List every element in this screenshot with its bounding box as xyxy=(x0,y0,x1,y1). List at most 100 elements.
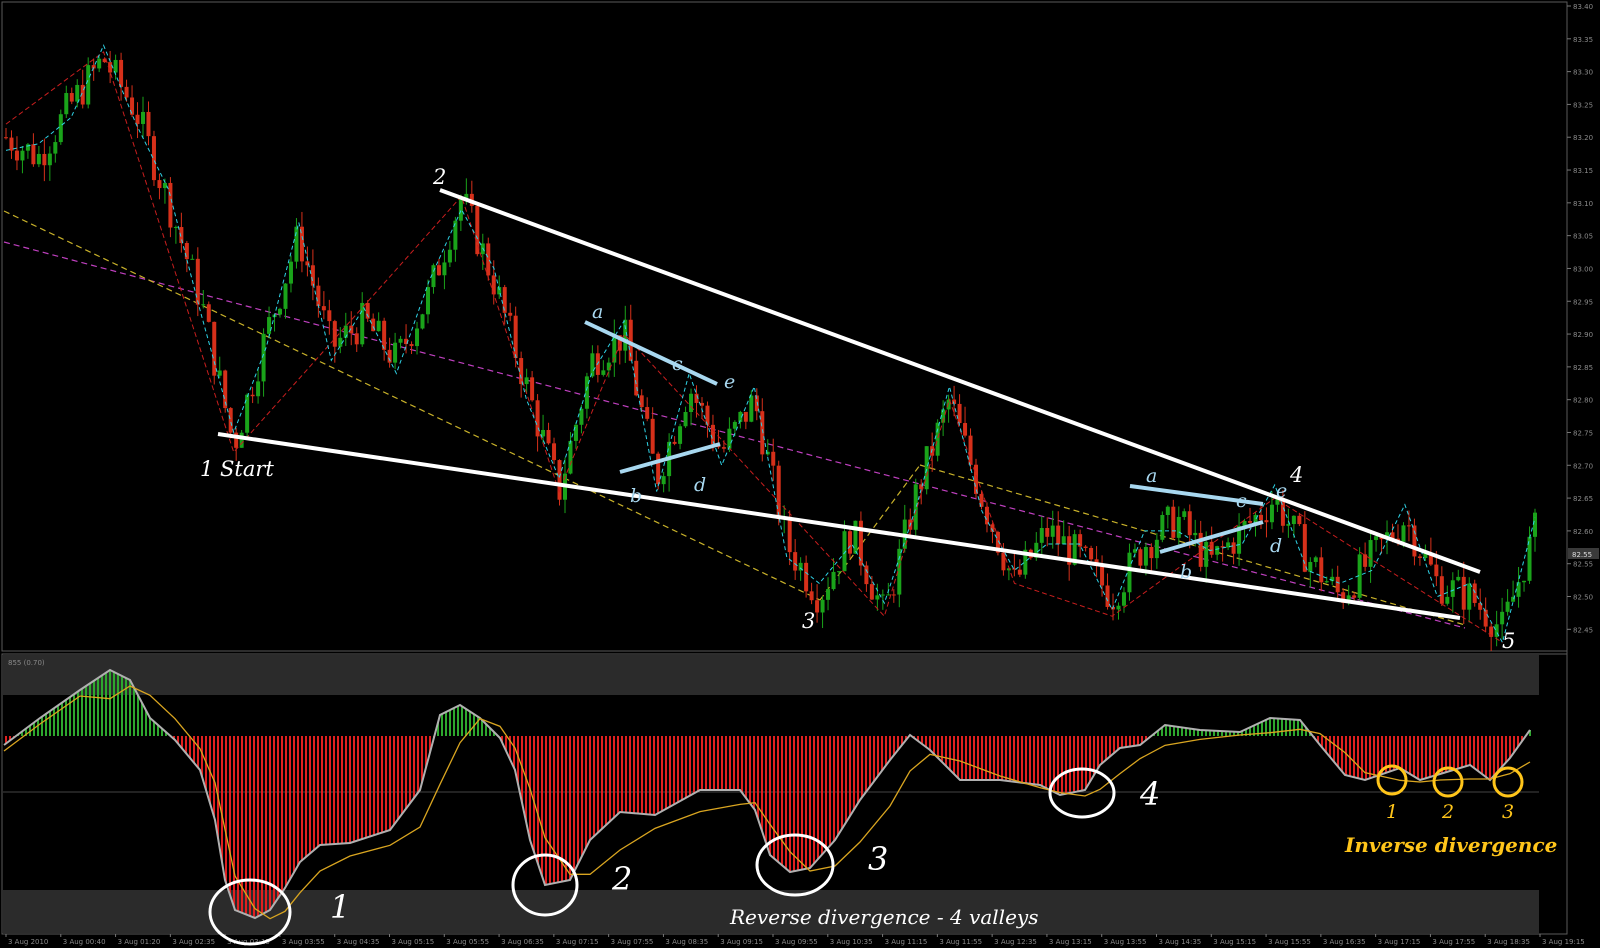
candle-body xyxy=(75,84,80,102)
candle-body xyxy=(1050,525,1055,537)
candle-body xyxy=(458,198,463,221)
time-tick-label: 3 Aug 09:15 xyxy=(720,938,763,946)
price-tick-label: 83.15 xyxy=(1573,167,1593,175)
oscillator-upper-band xyxy=(3,655,1539,695)
time-tick-label: 3 Aug 19:15 xyxy=(1542,938,1585,946)
candle-body xyxy=(190,258,195,260)
price-tick-label: 82.60 xyxy=(1573,528,1593,536)
time-tick-label: 3 Aug 11:55 xyxy=(939,938,982,946)
candle-body xyxy=(924,446,929,490)
candle-body xyxy=(584,376,589,409)
candle-body xyxy=(212,321,217,376)
candle-body xyxy=(1406,525,1411,527)
candle-body xyxy=(1061,536,1066,544)
candle-body xyxy=(1461,576,1466,610)
candle-body xyxy=(42,153,47,166)
time-tick-label: 3 Aug 08:35 xyxy=(665,938,708,946)
candle-body xyxy=(1412,525,1417,557)
candle-body xyxy=(491,275,496,295)
price-tick-label: 82.70 xyxy=(1573,462,1593,470)
candle-body xyxy=(256,381,261,397)
candle-body xyxy=(1017,569,1022,575)
candle-body xyxy=(261,333,266,382)
candle-body xyxy=(771,451,776,466)
time-tick-label: 3 Aug 05:55 xyxy=(446,938,489,946)
time-tick-label: 3 Aug 14:35 xyxy=(1159,938,1202,946)
price-tick-label: 82.65 xyxy=(1573,495,1593,503)
candle-body xyxy=(1368,540,1373,567)
candle-body xyxy=(508,312,513,316)
candle-body xyxy=(776,465,781,519)
time-tick-label: 3 Aug 07:15 xyxy=(556,938,599,946)
sub-wave-right-a: a xyxy=(1146,465,1157,487)
candle-body xyxy=(36,153,41,165)
candle-body xyxy=(278,308,283,315)
candle-body xyxy=(1248,521,1253,523)
candle-body xyxy=(837,571,842,573)
price-tick-label: 82.45 xyxy=(1573,626,1593,634)
candle-body xyxy=(1522,580,1527,583)
candle-body xyxy=(853,520,858,554)
candle-body xyxy=(173,227,178,229)
sub-wave-left-d: d xyxy=(694,474,706,496)
candle-body xyxy=(732,421,737,429)
candle-body xyxy=(393,342,398,363)
indicator-label: 855 (0.70) xyxy=(8,659,45,667)
candle-body xyxy=(321,306,326,311)
candle-body xyxy=(332,321,337,347)
candle-body xyxy=(53,142,58,154)
candle-body xyxy=(1335,576,1340,593)
candle-body xyxy=(283,283,288,309)
time-tick-label: 3 Aug 02:35 xyxy=(172,938,215,946)
candle-body xyxy=(546,429,551,444)
candle-body xyxy=(963,423,968,436)
candle-body xyxy=(875,595,880,600)
candle-body xyxy=(645,407,650,419)
candle-body xyxy=(1467,583,1472,610)
time-tick-label: 3 Aug 17:15 xyxy=(1378,938,1421,946)
price-tick-label: 83.00 xyxy=(1573,265,1593,273)
candle-body xyxy=(1313,557,1318,562)
candle-body xyxy=(1445,596,1450,604)
reverse-divergence-note: Reverse divergence - 4 valleys xyxy=(729,905,1038,929)
candle-body xyxy=(1182,511,1187,517)
price-tick-label: 83.20 xyxy=(1573,134,1593,142)
time-tick-label: 3 Aug 18:35 xyxy=(1487,938,1530,946)
candle-body xyxy=(727,428,732,449)
price-tick-label: 82.50 xyxy=(1573,594,1593,602)
candle-body xyxy=(168,182,173,228)
candle-body xyxy=(1121,592,1126,606)
candle-body xyxy=(1308,561,1313,572)
sub-wave-left-c: c xyxy=(672,353,683,375)
candle-body xyxy=(124,86,129,98)
candle-body xyxy=(579,408,584,425)
time-tick-label: 3 Aug 12:35 xyxy=(994,938,1037,946)
candle-body xyxy=(820,599,825,613)
candle-body xyxy=(1483,609,1488,627)
candle-body xyxy=(14,150,19,161)
time-tick-label: 3 Aug 09:55 xyxy=(775,938,818,946)
candle-body xyxy=(502,287,507,313)
candle-body xyxy=(683,412,688,427)
candle-body xyxy=(1056,525,1061,544)
candle-body xyxy=(47,153,52,166)
candle-body xyxy=(710,424,715,445)
valley-label-1: 1 xyxy=(330,888,350,926)
candle-body xyxy=(228,408,233,433)
candle-body xyxy=(20,150,25,161)
price-tick-label: 82.85 xyxy=(1573,364,1593,372)
candle-body xyxy=(957,403,962,424)
candle-body xyxy=(1083,546,1088,548)
candle-body xyxy=(113,59,118,73)
candle-body xyxy=(64,93,69,115)
candle-body xyxy=(760,411,765,455)
inverse-divergence-note: Inverse divergence xyxy=(1344,833,1557,857)
valley-label-3: 3 xyxy=(868,840,888,878)
candle-body xyxy=(1176,516,1181,538)
candle-body xyxy=(162,182,167,189)
candle-body xyxy=(1187,511,1192,536)
candle-body xyxy=(864,565,869,585)
price-tick-label: 82.55 xyxy=(1573,561,1593,569)
candle-body xyxy=(787,516,792,553)
candle-body xyxy=(409,344,414,347)
